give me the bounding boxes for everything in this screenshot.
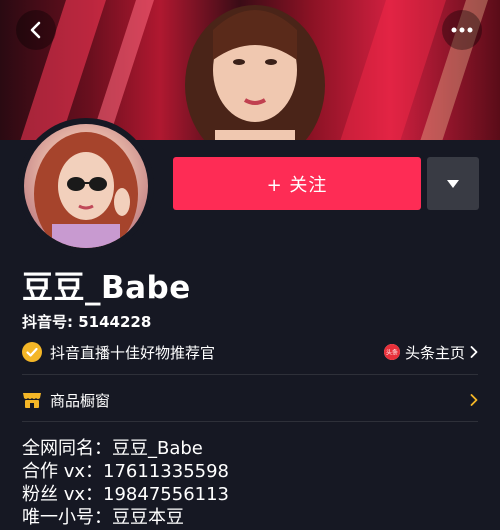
product-showcase-label: 商品橱窗	[50, 391, 111, 410]
back-arrow-icon	[30, 21, 41, 39]
toutiao-logo-icon: 头条	[383, 344, 400, 360]
profile-bio: 全网同名：豆豆_Babe 合作 vx：17611335598 粉丝 vx：198…	[22, 437, 229, 529]
toutiao-homepage-link[interactable]: 头条 头条主页	[383, 342, 478, 363]
verification-text: 抖音直播十佳好物推荐官	[50, 343, 216, 362]
toutiao-link-label: 头条主页	[404, 343, 465, 362]
toutiao-logo-text: 头条	[386, 349, 398, 357]
cover-portrait	[185, 5, 325, 140]
chevron-right-icon	[470, 346, 478, 358]
profile-nickname: 豆豆_Babe	[22, 270, 191, 306]
bio-line: 合作 vx：17611335598	[22, 461, 229, 482]
divider	[22, 421, 478, 422]
verification-row: 抖音直播十佳好物推荐官 头条 头条主页	[22, 340, 478, 364]
chevron-right-icon	[470, 394, 478, 406]
avatar-portrait	[34, 132, 138, 248]
bio-line: 全网同名：豆豆_Babe	[22, 438, 203, 459]
more-dots-icon	[451, 27, 473, 33]
avatar[interactable]	[18, 118, 154, 254]
avatar-image	[24, 124, 148, 248]
douyin-id: 抖音号: 5144228	[22, 313, 152, 331]
caret-down-icon	[447, 179, 459, 188]
divider	[22, 374, 478, 375]
product-showcase-row[interactable]: 商品橱窗	[22, 388, 478, 412]
bio-line: 粉丝 vx：19847556113	[22, 484, 229, 505]
follow-button[interactable]: + 关注	[173, 157, 421, 210]
recommend-dropdown-button[interactable]	[427, 157, 479, 210]
shop-icon	[23, 393, 41, 408]
back-button[interactable]	[16, 10, 56, 50]
more-button[interactable]	[442, 10, 482, 50]
verified-badge-icon	[22, 342, 42, 362]
bio-line: 唯一小号：豆豆本豆	[22, 507, 184, 528]
